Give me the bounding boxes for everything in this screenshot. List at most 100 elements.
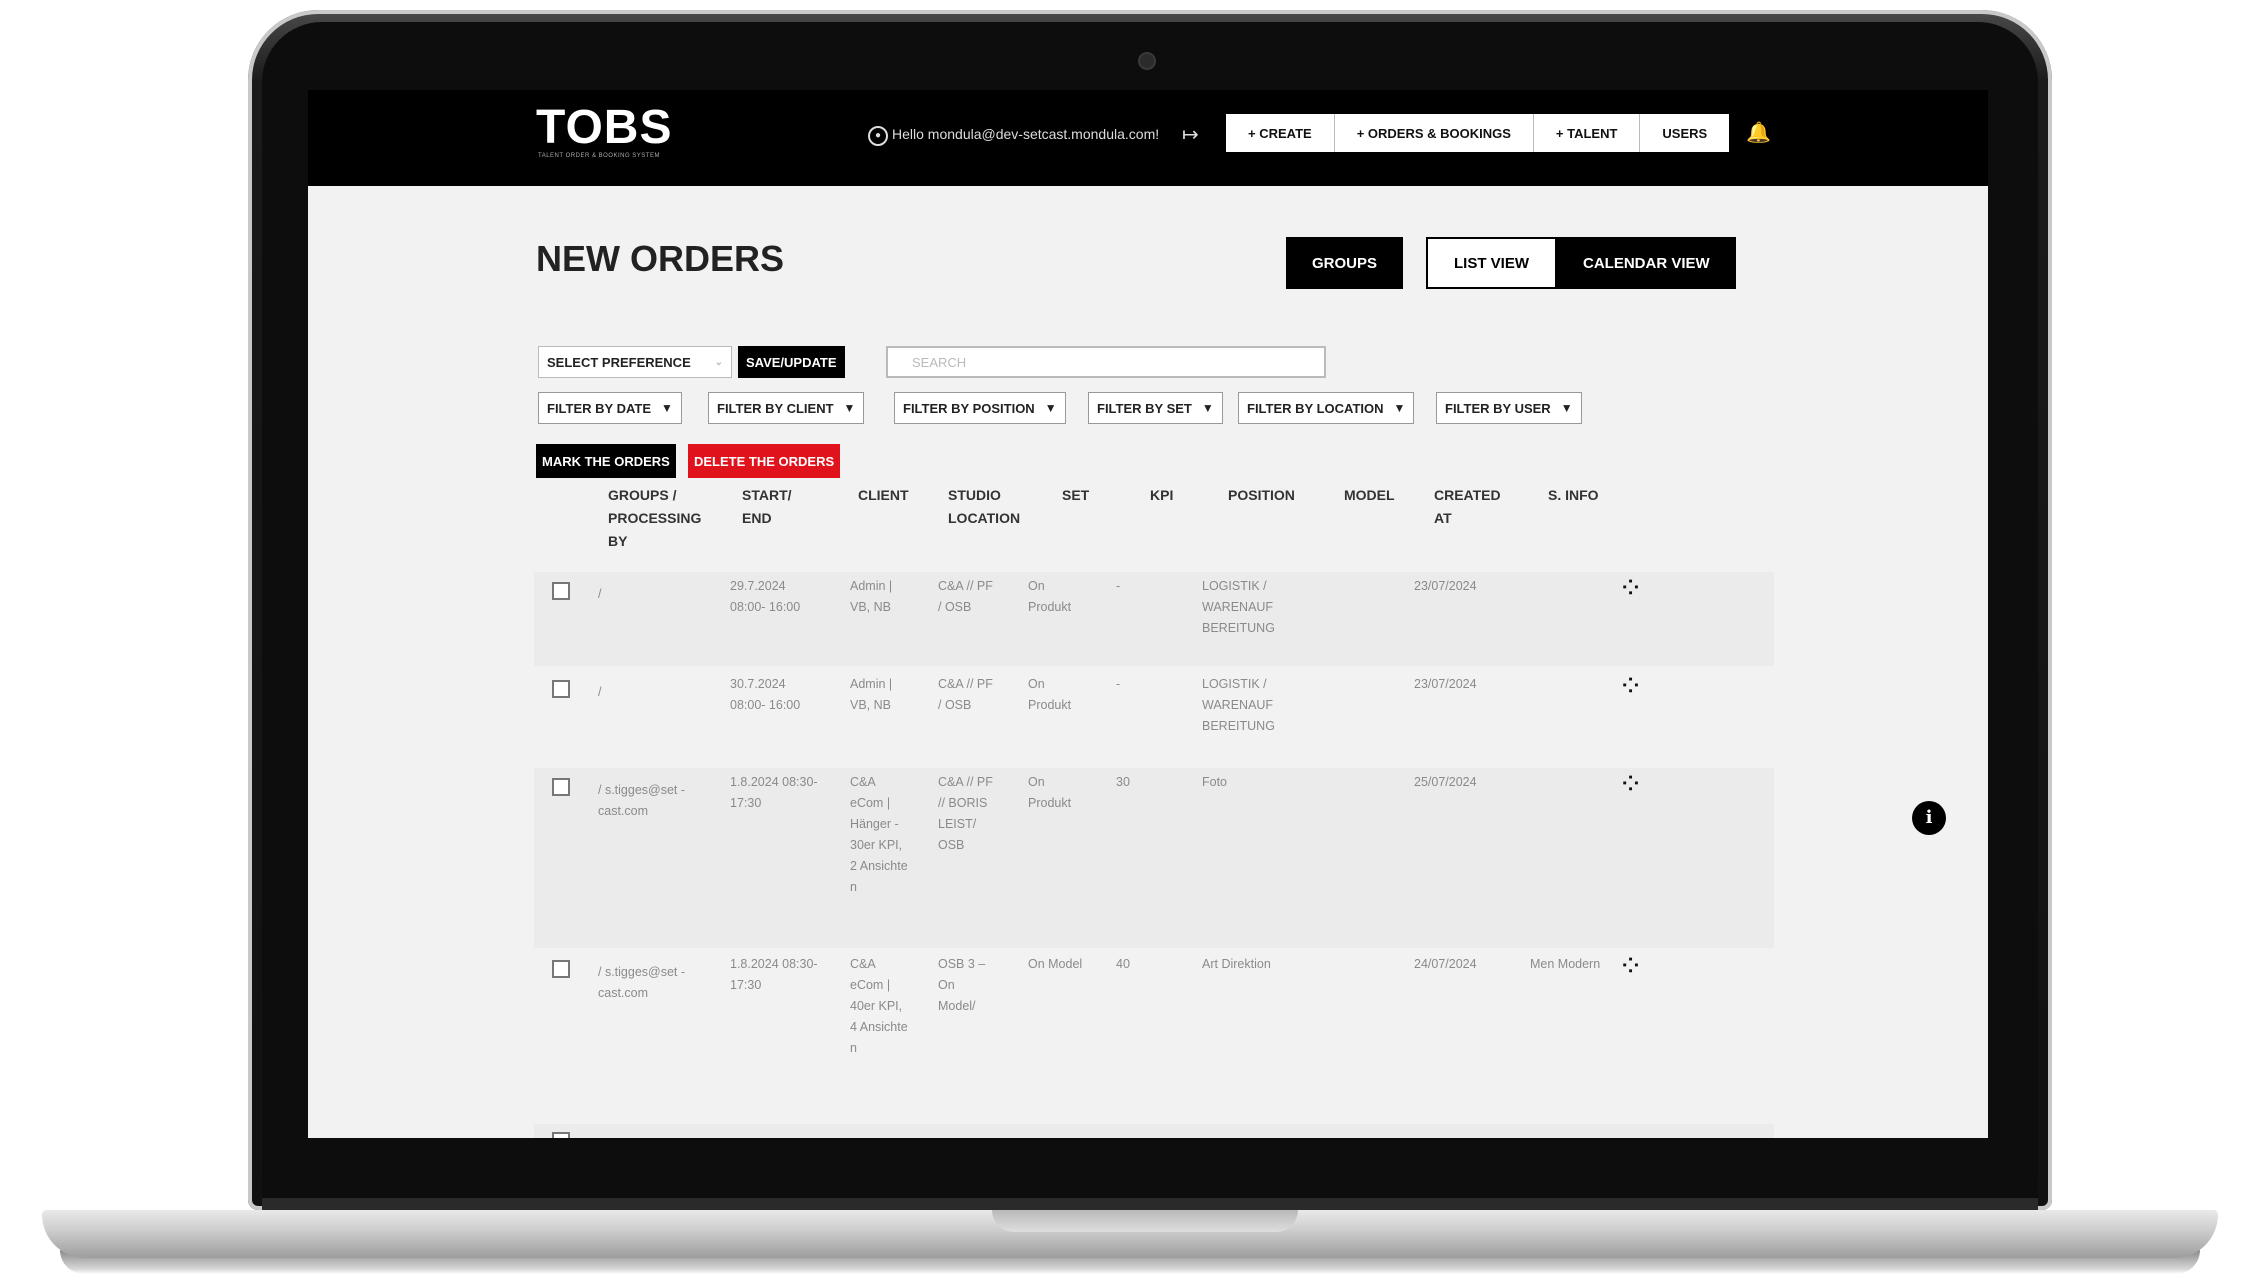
chevron-down-icon: ⌄	[714, 356, 723, 368]
save-update-button[interactable]: SAVE/UPDATE	[738, 346, 845, 378]
cell-set: On Produkt	[1028, 775, 1072, 810]
preference-select-value: SELECT PREFERENCE	[547, 354, 691, 370]
col-client: CLIENT	[858, 487, 909, 503]
cell-created: 23/07/2024	[1414, 677, 1477, 691]
cell-location: OSB 3 – On Model/	[938, 957, 986, 1013]
cell-kpi: 30	[1116, 775, 1130, 789]
cell-kpi: -	[1116, 677, 1121, 691]
cell-group: / s.tigges@set -cast.com	[598, 965, 686, 1000]
logo-tagline: TALENT ORDER & BOOKING SYSTEM	[538, 153, 660, 159]
nav-talent[interactable]: + TALENT	[1534, 114, 1641, 152]
cell-kpi: -	[1116, 579, 1121, 593]
col-groups: GROUPS / PROCESSING BY	[608, 487, 702, 549]
groups-button-wrap: GROUPS	[1286, 237, 1404, 289]
table-row[interactable]: / s.tigges@set -cast.com 1.8.2024 08:30-…	[534, 768, 1774, 948]
nav-create[interactable]: + CREATE	[1226, 114, 1335, 152]
cell-location: C&A // PF / OSB	[938, 677, 993, 712]
list-view-button[interactable]: LIST VIEW	[1426, 237, 1557, 289]
cell-location: C&A // PF // BORIS LEIST/ OSB	[938, 775, 993, 852]
col-model: MODEL	[1344, 487, 1395, 503]
cell-position: Foto	[1202, 775, 1228, 789]
people-group-icon[interactable]: ⁘	[1618, 952, 1643, 982]
user-greeting: Hello mondula@dev-setcast.mondula.com!	[892, 126, 1160, 142]
preference-select[interactable]: SELECT PREFERENCE ⌄	[538, 346, 732, 378]
search-input[interactable]: SEARCH	[886, 346, 1326, 378]
table-row[interactable]: / s.tigges@set -cast.com 1.8.2024 08:30-…	[534, 950, 1774, 1120]
table-row[interactable]	[534, 1124, 1774, 1138]
camera-icon	[1138, 52, 1156, 70]
groups-button[interactable]: GROUPS	[1286, 237, 1404, 289]
info-icon[interactable]: i	[1912, 801, 1946, 835]
caret-down-icon: ▼	[1393, 401, 1406, 415]
filter-location-label: FILTER BY LOCATION	[1247, 400, 1384, 416]
col-start-end: START/ END	[742, 487, 792, 526]
cell-start: 29.7.2024 08:00- 16:00	[730, 579, 801, 614]
caret-down-icon: ▼	[1044, 401, 1057, 415]
cell-client: C&A eCom | 40er KPI, 4 Ansichte n	[850, 957, 908, 1055]
caret-down-icon: ▼	[843, 401, 856, 415]
filter-date[interactable]: FILTER BY DATE ▼	[538, 392, 682, 424]
filter-user-label: FILTER BY USER	[1445, 400, 1551, 416]
calendar-view-button[interactable]: CALENDAR VIEW	[1557, 237, 1736, 289]
filter-user[interactable]: FILTER BY USER ▼	[1436, 392, 1582, 424]
col-s-info: S. INFO	[1548, 487, 1599, 503]
cell-set: On Model	[1028, 957, 1083, 971]
filter-position-label: FILTER BY POSITION	[903, 400, 1035, 416]
logout-icon[interactable]: ↦	[1182, 122, 1199, 147]
row-checkbox[interactable]	[552, 960, 570, 978]
cell-group: / s.tigges@set -cast.com	[598, 783, 686, 818]
row-checkbox[interactable]	[552, 680, 570, 698]
col-studio-location: STUDIO LOCATION	[948, 487, 1021, 526]
cell-position: Art Direktion	[1202, 957, 1271, 971]
table-row[interactable]: / 29.7.2024 08:00- 16:00 Admin | VB, NB …	[534, 572, 1774, 666]
page-title: NEW ORDERS	[536, 238, 785, 279]
app-screen: TOBS TALENT ORDER & BOOKING SYSTEM ● Hel…	[308, 90, 1988, 1138]
col-position: POSITION	[1228, 487, 1295, 503]
user-circle-icon: ●	[868, 126, 888, 146]
caret-down-icon: ▼	[661, 401, 673, 415]
cell-location: C&A // PF / OSB	[938, 579, 993, 614]
cell-client: Admin | VB, NB	[850, 579, 893, 614]
filter-set[interactable]: FILTER BY SET ▼	[1088, 392, 1223, 424]
cell-position: LOGISTIK / WARENAUF BEREITUNG	[1202, 579, 1275, 635]
filter-client-label: FILTER BY CLIENT	[717, 400, 834, 416]
bell-icon[interactable]: 🔔	[1746, 120, 1771, 145]
laptop-notch	[992, 1210, 1298, 1232]
cell-client: Admin | VB, NB	[850, 677, 893, 712]
people-group-icon[interactable]: ⁘	[1618, 672, 1643, 702]
cell-set: On Produkt	[1028, 579, 1072, 614]
cell-info: Men Modern	[1530, 957, 1601, 971]
filter-date-label: FILTER BY DATE	[547, 400, 651, 416]
caret-down-icon: ▼	[1560, 401, 1573, 415]
cell-created: 25/07/2024	[1414, 775, 1477, 789]
filter-position[interactable]: FILTER BY POSITION ▼	[894, 392, 1066, 424]
nav-orders-bookings[interactable]: + ORDERS & BOOKINGS	[1335, 114, 1534, 152]
people-group-icon[interactable]: ⁘	[1618, 770, 1643, 800]
top-bar: TOBS TALENT ORDER & BOOKING SYSTEM ● Hel…	[308, 90, 1988, 186]
row-checkbox[interactable]	[552, 582, 570, 600]
table-row[interactable]: / 30.7.2024 08:00- 16:00 Admin | VB, NB …	[534, 670, 1774, 764]
logo[interactable]: TOBS	[536, 100, 672, 155]
row-checkbox[interactable]	[552, 778, 570, 796]
mark-orders-button[interactable]: MARK THE ORDERS	[536, 444, 676, 478]
cell-start: 30.7.2024 08:00- 16:00	[730, 677, 801, 712]
cell-group: /	[598, 685, 602, 699]
col-kpi: KPI	[1150, 487, 1174, 503]
nav-users[interactable]: USERS	[1640, 114, 1729, 152]
cell-client: C&A eCom | Hänger - 30er KPI, 2 Ansichte…	[850, 775, 908, 894]
cell-created: 23/07/2024	[1414, 579, 1477, 593]
cell-kpi: 40	[1116, 957, 1130, 971]
cell-set: On Produkt	[1028, 677, 1072, 712]
main-nav: + CREATE + ORDERS & BOOKINGS + TALENT US…	[1226, 114, 1730, 152]
filter-client[interactable]: FILTER BY CLIENT ▼	[708, 392, 865, 424]
people-group-icon[interactable]: ⁘	[1618, 574, 1643, 604]
filter-location[interactable]: FILTER BY LOCATION ▼	[1238, 392, 1415, 424]
cell-created: 24/07/2024	[1414, 957, 1477, 971]
caret-down-icon: ▼	[1201, 401, 1214, 415]
cell-position: LOGISTIK / WARENAUF BEREITUNG	[1202, 677, 1275, 733]
delete-orders-button[interactable]: DELETE THE ORDERS	[688, 444, 841, 478]
view-toggle: LIST VIEW CALENDAR VIEW	[1426, 237, 1736, 289]
cell-group: /	[598, 587, 602, 601]
row-checkbox[interactable]	[552, 1132, 570, 1138]
cell-start: 1.8.2024 08:30- 17:30	[730, 775, 818, 810]
